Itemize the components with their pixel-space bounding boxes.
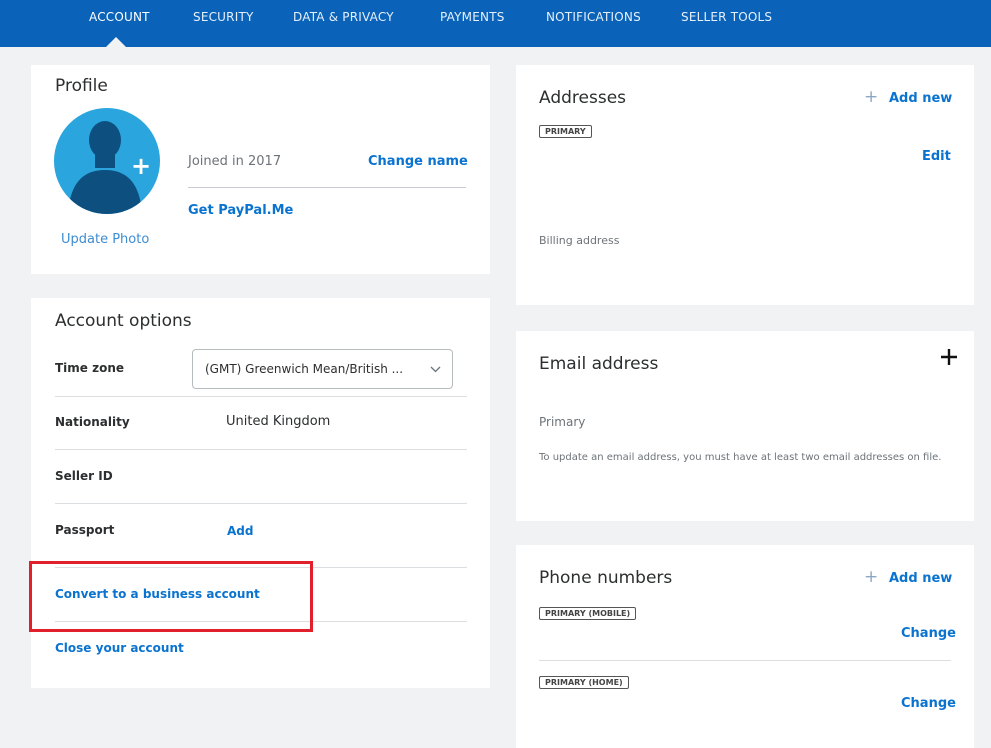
top-navigation: ACCOUNT SECURITY DATA & PRIVACY PAYMENTS… (0, 0, 991, 48)
tab-account[interactable]: ACCOUNT (89, 10, 150, 24)
time-zone-label: Time zone (55, 361, 125, 375)
passport-label: Passport (55, 523, 115, 537)
primary-mobile-badge: PRIMARY (MOBILE) (539, 607, 637, 620)
avatar-icon: + (54, 108, 160, 214)
divider (55, 503, 467, 504)
tab-seller-tools[interactable]: SELLER TOOLS (681, 10, 772, 24)
primary-badge: PRIMARY (539, 125, 592, 138)
highlight-box (29, 561, 313, 632)
avatar[interactable]: + (54, 108, 160, 214)
chevron-down-icon (430, 366, 441, 373)
addresses-card: Addresses + Add new PRIMARY Edit Billing… (516, 65, 974, 305)
add-address-link[interactable]: Add new (889, 91, 952, 106)
svg-text:+: + (131, 152, 151, 180)
seller-id-label: Seller ID (55, 469, 113, 483)
active-tab-indicator (105, 37, 127, 48)
edit-address-link[interactable]: Edit (922, 149, 951, 164)
plus-icon: + (864, 87, 879, 107)
phone-numbers-title: Phone numbers (539, 568, 673, 588)
divider (539, 660, 951, 661)
tab-payments[interactable]: PAYMENTS (440, 10, 505, 24)
nationality-label: Nationality (55, 415, 130, 429)
account-options-title: Account options (55, 311, 192, 331)
profile-divider (188, 187, 466, 188)
get-paypal-me-link[interactable]: Get PayPal.Me (188, 203, 293, 218)
billing-address-label: Billing address (539, 234, 620, 247)
tab-security[interactable]: SECURITY (193, 10, 254, 24)
email-card: Email address Primary To update an email… (516, 331, 974, 521)
phone-numbers-card: Phone numbers + Add new PRIMARY (MOBILE)… (516, 545, 974, 748)
email-primary-label: Primary (539, 415, 586, 429)
time-zone-select[interactable]: (GMT) Greenwich Mean/British ... (192, 349, 453, 389)
profile-card: Profile + Update Photo Joined in 2017 Ch… (31, 65, 490, 274)
primary-home-badge: PRIMARY (HOME) (539, 676, 629, 689)
add-phone-link[interactable]: Add new (889, 571, 952, 586)
passport-add-link[interactable]: Add (227, 524, 253, 538)
time-zone-value: (GMT) Greenwich Mean/British ... (205, 362, 404, 376)
add-email-icon[interactable] (940, 348, 958, 366)
divider (55, 396, 467, 397)
email-title: Email address (539, 354, 659, 374)
divider (55, 449, 467, 450)
tab-notifications[interactable]: NOTIFICATIONS (546, 10, 641, 24)
close-account-link[interactable]: Close your account (55, 641, 184, 655)
change-mobile-link[interactable]: Change (901, 626, 956, 641)
addresses-title: Addresses (539, 88, 627, 108)
change-home-link[interactable]: Change (901, 696, 956, 711)
joined-date: Joined in 2017 (188, 154, 282, 169)
nationality-value: United Kingdom (226, 414, 331, 429)
update-photo-link[interactable]: Update Photo (61, 232, 149, 247)
tab-data-privacy[interactable]: DATA & PRIVACY (293, 10, 394, 24)
plus-icon: + (864, 567, 879, 587)
profile-title: Profile (55, 76, 108, 96)
email-update-note: To update an email address, you must hav… (539, 452, 942, 463)
change-name-link[interactable]: Change name (368, 154, 468, 169)
